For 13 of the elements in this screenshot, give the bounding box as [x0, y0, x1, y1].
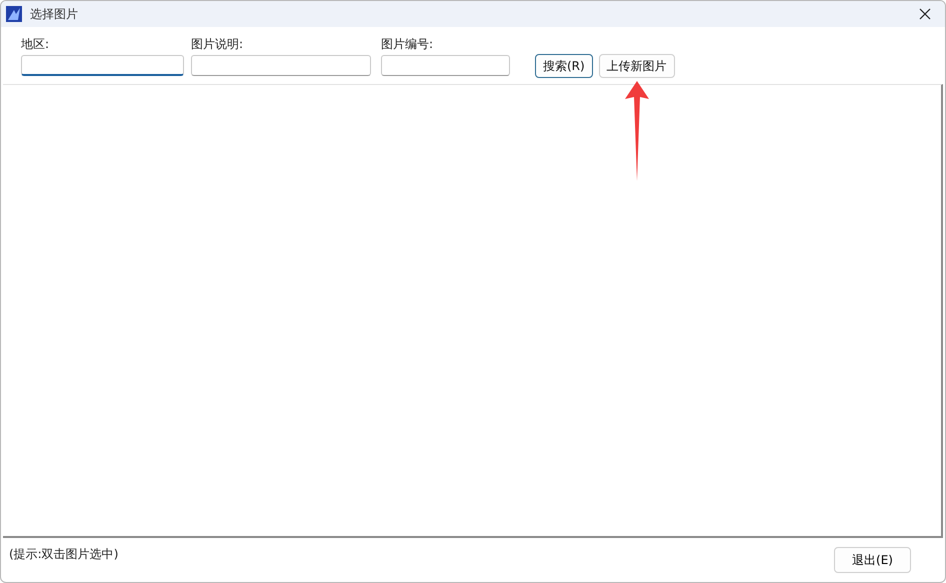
hint-text: (提示:双击图片选中): [9, 546, 118, 562]
exit-button[interactable]: 退出(E): [834, 547, 911, 573]
field-label: 图片编号:: [381, 36, 434, 52]
input-field[interactable]: [191, 55, 371, 76]
close-icon: [919, 8, 931, 20]
field-label: 图片说明:: [191, 36, 244, 52]
field-label: 地区:: [21, 36, 50, 52]
upload-button[interactable]: 上传新图片: [598, 54, 675, 78]
input-field[interactable]: [381, 55, 510, 76]
input-field[interactable]: [21, 55, 184, 76]
search-button[interactable]: 搜索(R): [535, 54, 593, 78]
app-icon: [6, 6, 22, 22]
window-title: 选择图片: [30, 6, 79, 22]
